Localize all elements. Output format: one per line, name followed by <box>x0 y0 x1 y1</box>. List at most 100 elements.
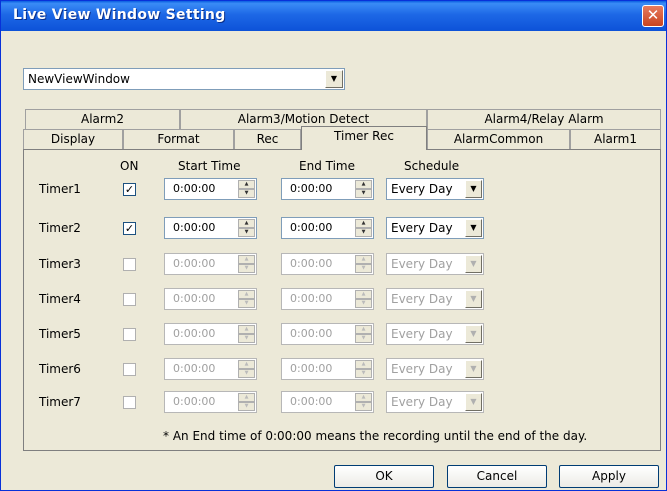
tab-alarm4-relay-alarm[interactable]: Alarm4/Relay Alarm <box>427 109 661 129</box>
spin-down-icon[interactable]: ▼ <box>355 189 372 198</box>
schedule-select[interactable]: Every Day ▼ <box>386 323 484 345</box>
spin-up-icon[interactable]: ▲ <box>355 180 372 189</box>
end-time-spinner[interactable]: ▲ ▼ <box>355 255 372 273</box>
end-time-spinner[interactable]: ▲ ▼ <box>355 219 372 237</box>
spin-up-icon[interactable]: ▲ <box>238 360 255 369</box>
spin-up-icon[interactable]: ▲ <box>238 325 255 334</box>
start-time-spinner[interactable]: ▲ ▼ <box>238 290 255 308</box>
tab-alarmcommon[interactable]: AlarmCommon <box>427 129 570 149</box>
apply-button[interactable]: Apply <box>559 465 659 488</box>
end-time-field[interactable]: 0:00:00 ▲ ▼ <box>281 253 374 275</box>
ok-button[interactable]: OK <box>334 465 434 488</box>
spin-up-icon[interactable]: ▲ <box>355 290 372 299</box>
spin-up-icon[interactable]: ▲ <box>238 393 255 402</box>
spin-down-icon[interactable]: ▼ <box>238 189 255 198</box>
timer-on-checkbox[interactable] <box>123 396 136 409</box>
spin-up-icon[interactable]: ▲ <box>238 219 255 228</box>
timer-label: Timer6 <box>39 362 81 376</box>
title-bar[interactable]: Live View Window Setting ✕ <box>1 1 666 31</box>
timer-on-checkbox[interactable] <box>123 328 136 341</box>
timer-on-checkbox[interactable]: ✓ <box>123 222 136 235</box>
spin-up-icon[interactable]: ▲ <box>355 219 372 228</box>
timer-on-checkbox[interactable] <box>123 258 136 271</box>
view-window-select[interactable]: NewViewWindow ▼ <box>23 68 345 90</box>
spin-up-icon[interactable]: ▲ <box>355 393 372 402</box>
end-time-field[interactable]: 0:00:00 ▲ ▼ <box>281 323 374 345</box>
spin-down-icon[interactable]: ▼ <box>355 264 372 273</box>
start-time-spinner[interactable]: ▲ ▼ <box>238 180 255 198</box>
end-time-field[interactable]: 0:00:00 ▲ ▼ <box>281 217 374 239</box>
end-time-field[interactable]: 0:00:00 ▲ ▼ <box>281 288 374 310</box>
end-time-field[interactable]: 0:00:00 ▲ ▼ <box>281 358 374 380</box>
end-time-spinner[interactable]: ▲ ▼ <box>355 290 372 308</box>
end-time-spinner[interactable]: ▲ ▼ <box>355 180 372 198</box>
spin-down-icon[interactable]: ▼ <box>238 264 255 273</box>
tab-alarm2[interactable]: Alarm2 <box>25 109 180 129</box>
tab-display[interactable]: Display <box>23 129 123 149</box>
start-time-field[interactable]: 0:00:00 ▲ ▼ <box>164 253 257 275</box>
chevron-down-icon[interactable]: ▼ <box>465 360 482 378</box>
start-time-spinner[interactable]: ▲ ▼ <box>238 255 255 273</box>
spin-up-icon[interactable]: ▲ <box>355 325 372 334</box>
cancel-button[interactable]: Cancel <box>447 465 547 488</box>
spin-up-icon[interactable]: ▲ <box>355 255 372 264</box>
schedule-select[interactable]: Every Day ▼ <box>386 253 484 275</box>
start-time-field[interactable]: 0:00:00 ▲ ▼ <box>164 217 257 239</box>
close-button[interactable]: ✕ <box>642 5 664 27</box>
schedule-select[interactable]: Every Day ▼ <box>386 391 484 413</box>
start-time-value: 0:00:00 <box>173 182 216 195</box>
schedule-select[interactable]: Every Day ▼ <box>386 288 484 310</box>
start-time-spinner[interactable]: ▲ ▼ <box>238 393 255 411</box>
timer-on-checkbox[interactable] <box>123 293 136 306</box>
tab-format[interactable]: Format <box>123 129 234 149</box>
start-time-field[interactable]: 0:00:00 ▲ ▼ <box>164 323 257 345</box>
chevron-down-icon[interactable]: ▼ <box>465 219 482 237</box>
spin-down-icon[interactable]: ▼ <box>238 369 255 378</box>
chevron-down-icon[interactable]: ▼ <box>465 290 482 308</box>
end-time-spinner[interactable]: ▲ ▼ <box>355 393 372 411</box>
spin-down-icon[interactable]: ▼ <box>238 299 255 308</box>
end-time-value: 0:00:00 <box>290 362 333 375</box>
tab-timer-rec[interactable]: Timer Rec <box>301 126 427 150</box>
timer-label: Timer4 <box>39 292 81 306</box>
tab-alarm1[interactable]: Alarm1 <box>570 129 661 149</box>
spin-down-icon[interactable]: ▼ <box>355 299 372 308</box>
window-title: Live View Window Setting <box>13 7 226 23</box>
end-time-field[interactable]: 0:00:00 ▲ ▼ <box>281 391 374 413</box>
start-time-spinner[interactable]: ▲ ▼ <box>238 219 255 237</box>
spin-down-icon[interactable]: ▼ <box>238 402 255 411</box>
chevron-down-icon[interactable]: ▼ <box>465 255 482 273</box>
tab-rec[interactable]: Rec <box>234 129 301 149</box>
chevron-down-icon[interactable]: ▼ <box>465 325 482 343</box>
end-time-spinner[interactable]: ▲ ▼ <box>355 360 372 378</box>
spin-up-icon[interactable]: ▲ <box>238 290 255 299</box>
spin-up-icon[interactable]: ▲ <box>238 255 255 264</box>
spin-down-icon[interactable]: ▼ <box>355 402 372 411</box>
timer-on-checkbox[interactable]: ✓ <box>123 183 136 196</box>
spin-down-icon[interactable]: ▼ <box>238 334 255 343</box>
start-time-spinner[interactable]: ▲ ▼ <box>238 360 255 378</box>
chevron-down-icon[interactable]: ▼ <box>465 180 482 198</box>
chevron-down-icon[interactable]: ▼ <box>465 393 482 411</box>
spin-down-icon[interactable]: ▼ <box>355 228 372 237</box>
timer-on-checkbox[interactable] <box>123 363 136 376</box>
spin-up-icon[interactable]: ▲ <box>355 360 372 369</box>
end-time-field[interactable]: 0:00:00 ▲ ▼ <box>281 178 374 200</box>
schedule-select[interactable]: Every Day ▼ <box>386 358 484 380</box>
start-time-spinner[interactable]: ▲ ▼ <box>238 325 255 343</box>
start-time-field[interactable]: 0:00:00 ▲ ▼ <box>164 288 257 310</box>
timer-label: Timer5 <box>39 327 81 341</box>
start-time-value: 0:00:00 <box>173 257 216 270</box>
spin-down-icon[interactable]: ▼ <box>355 369 372 378</box>
chevron-down-icon[interactable]: ▼ <box>325 70 343 88</box>
schedule-select[interactable]: Every Day ▼ <box>386 178 484 200</box>
start-time-field[interactable]: 0:00:00 ▲ ▼ <box>164 178 257 200</box>
start-time-field[interactable]: 0:00:00 ▲ ▼ <box>164 391 257 413</box>
schedule-select[interactable]: Every Day ▼ <box>386 217 484 239</box>
end-time-spinner[interactable]: ▲ ▼ <box>355 325 372 343</box>
schedule-value: Every Day <box>391 221 453 235</box>
spin-down-icon[interactable]: ▼ <box>355 334 372 343</box>
start-time-field[interactable]: 0:00:00 ▲ ▼ <box>164 358 257 380</box>
spin-up-icon[interactable]: ▲ <box>238 180 255 189</box>
spin-down-icon[interactable]: ▼ <box>238 228 255 237</box>
